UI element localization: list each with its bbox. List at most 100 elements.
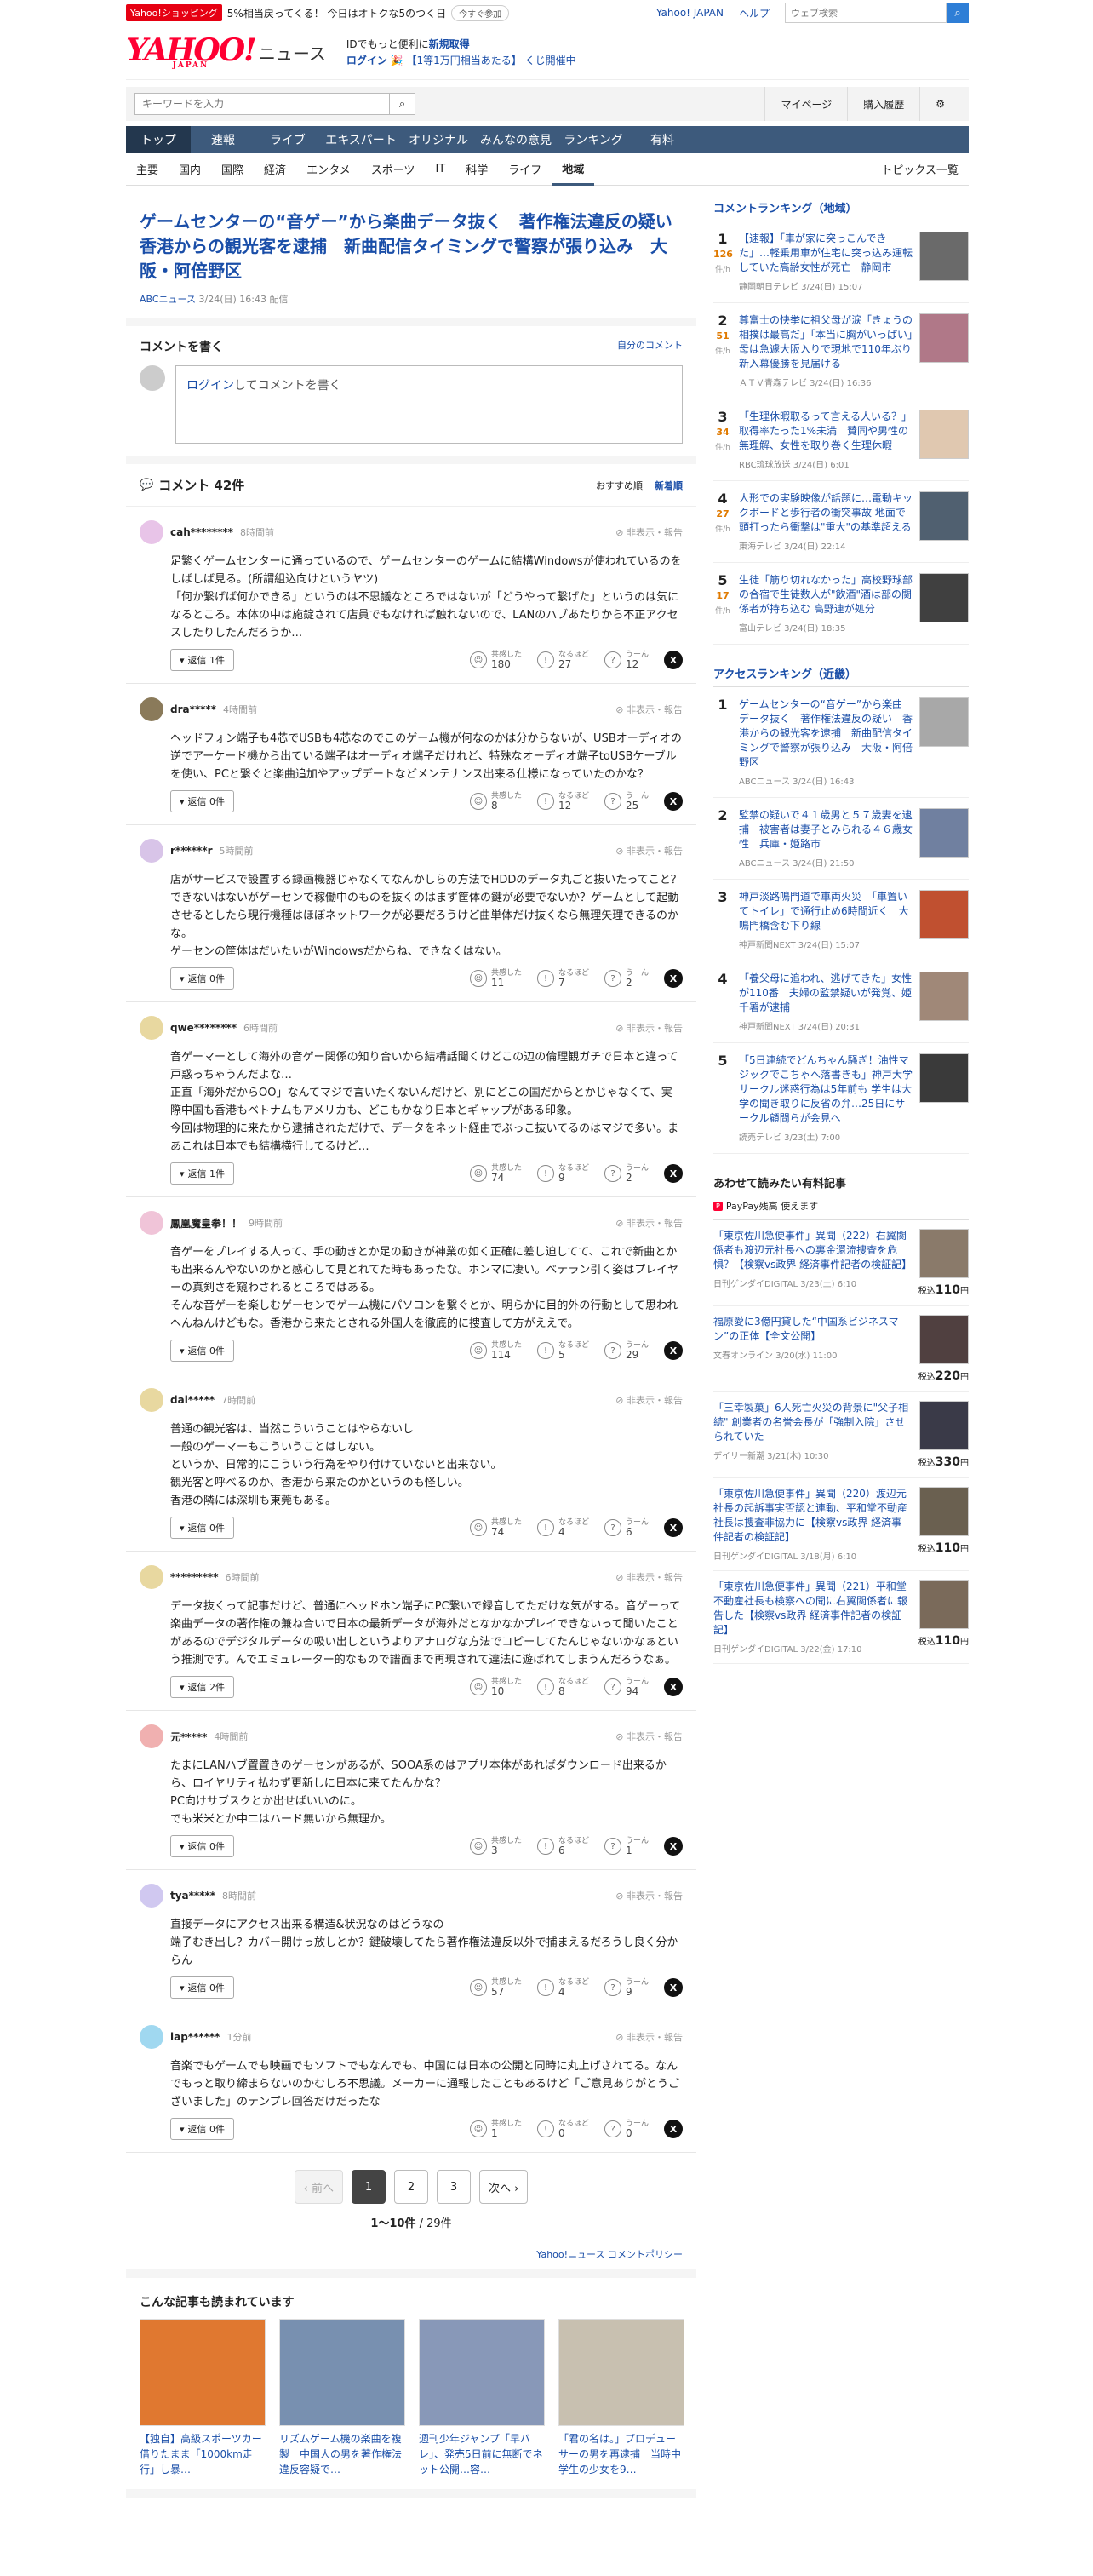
paid-item[interactable]: 「東京佐川急便事件」異聞（221）平和堂不動産社長も検察への聞に右翼関係者に報告… xyxy=(713,1571,969,1664)
rank-title[interactable]: 神戸淡路鳴門道で車両火災 「車置いてトイレ」で通行止め6時間近く 大鳴門橋含む下… xyxy=(739,890,913,933)
agree-reaction[interactable]: ☺ 共感した 3 xyxy=(469,1837,522,1856)
avatar[interactable] xyxy=(140,1016,163,1040)
rank-thumbnail[interactable] xyxy=(919,697,969,747)
hmm-reaction[interactable]: ? うーん 25 xyxy=(604,792,649,811)
promo-text[interactable]: 5%相当戻ってくる！ 今日はオトクな5のつく日 xyxy=(227,6,446,20)
ranking-item[interactable]: 2 51 件/h 尊富士の快挙に祖父母が涙「きょうの相撲は最高だ」「本当に胸がいっぱい… xyxy=(713,303,969,399)
report-link[interactable]: ⊘ 非表示・報告 xyxy=(615,844,683,858)
reply-button[interactable]: ▾ 返信 1件 xyxy=(170,1162,235,1185)
ranking-item[interactable]: 1 126 件/h 【速報】「車が家に突っこんできた」…軽乗用車が住宅に突っ込み運転し… xyxy=(713,221,969,303)
rank-thumbnail[interactable] xyxy=(919,232,969,281)
avatar[interactable] xyxy=(140,1211,163,1235)
hmm-reaction[interactable]: ? うーん 1 xyxy=(604,1837,649,1856)
rank-thumbnail[interactable] xyxy=(919,491,969,541)
page-2-button[interactable]: 2 xyxy=(394,2170,428,2204)
related-item[interactable]: 週刊少年ジャンプ「早バレ」、発売5日前に無断でネット公開…容… xyxy=(419,2319,545,2477)
rank-title[interactable]: 【速報】「車が家に突っこんできた」…軽乗用車が住宅に突っ込み運転していた高齢女性… xyxy=(739,232,913,275)
agree-reaction[interactable]: ☺ 共感した 74 xyxy=(469,1164,522,1183)
paid-item[interactable]: 「東京佐川急便事件」異聞（220）渡辺元社長の起訴事実否認と連動、平和堂不動産社… xyxy=(713,1478,969,1571)
promo-join-button[interactable]: 今すぐ参加 xyxy=(451,4,510,21)
rank-thumbnail[interactable] xyxy=(919,313,969,363)
paid-title[interactable]: 「東京佐川急便事件」異聞（220）渡辺元社長の起訴事実否認と連動、平和堂不動産社… xyxy=(713,1487,911,1545)
comment-author[interactable]: 元***** xyxy=(170,1730,207,1744)
article-source[interactable]: ABCニュース xyxy=(140,294,196,305)
related-item[interactable]: 【独自】高級スポーツカー借りたまま「1000km走行」し暴… xyxy=(140,2319,266,2477)
related-thumbnail[interactable] xyxy=(279,2319,405,2426)
comment-author[interactable]: tya***** xyxy=(170,1890,215,1902)
hmm-reaction[interactable]: ? うーん 6 xyxy=(604,1518,649,1537)
related-thumbnail[interactable] xyxy=(140,2319,266,2426)
reply-button[interactable]: ▾ 返信 0件 xyxy=(170,1340,235,1362)
report-link[interactable]: ⊘ 非表示・報告 xyxy=(615,2030,683,2044)
ok-reaction[interactable]: ! なるほど 7 xyxy=(536,969,589,988)
ok-reaction[interactable]: ! なるほど 4 xyxy=(536,1518,589,1537)
hmm-reaction[interactable]: ? うーん 12 xyxy=(604,651,649,669)
related-title[interactable]: 「君の名は。」プロデューサーの男を再逮捕 当時中学生の少女を9… xyxy=(558,2431,684,2477)
nav-expert[interactable]: エキスパート xyxy=(320,126,402,153)
topics-list-link[interactable]: トピックス一覧 xyxy=(871,153,969,186)
cat-world[interactable]: 国際 xyxy=(211,153,254,186)
report-link[interactable]: ⊘ 非表示・報告 xyxy=(615,1570,683,1584)
paid-thumbnail[interactable] xyxy=(919,1401,969,1450)
comment-textarea[interactable]: ログインしてコメントを書く xyxy=(175,365,683,444)
lottery-link[interactable]: 【1等1万円相当あたる】 くじ開催中 xyxy=(407,55,576,66)
report-link[interactable]: ⊘ 非表示・報告 xyxy=(615,525,683,539)
report-link[interactable]: ⊘ 非表示・報告 xyxy=(615,1393,683,1407)
rank-title[interactable]: 生徒「筋り切れなかった」高校野球部の合宿で生徒数人が"飲酒"酒は部の関係者が持ち… xyxy=(739,573,913,617)
keyword-input[interactable] xyxy=(134,93,390,115)
nav-breaking[interactable]: 速報 xyxy=(191,126,255,153)
agree-reaction[interactable]: ☺ 共感した 180 xyxy=(469,651,522,669)
purchase-history-link[interactable]: 購入履歴 xyxy=(847,87,919,121)
agree-reaction[interactable]: ☺ 共感した 11 xyxy=(469,969,522,988)
reply-button[interactable]: ▾ 返信 2件 xyxy=(170,1676,235,1698)
page-1-button[interactable]: 1 xyxy=(352,2170,386,2204)
reply-button[interactable]: ▾ 返信 0件 xyxy=(170,1976,235,1999)
comment-policy-link[interactable]: Yahoo!ニュース コメントポリシー xyxy=(126,2242,696,2269)
comment-author[interactable]: ********* xyxy=(170,1571,218,1583)
rank-title[interactable]: ゲームセンターの“音ゲー”から楽曲データ抜く 著作権法違反の疑い 香港からの観光… xyxy=(739,697,913,770)
web-search-input[interactable] xyxy=(785,3,947,23)
paid-title[interactable]: 福原愛に3億円貸した“中国系ビジネスマン”の正体【全文公開】 xyxy=(713,1315,911,1344)
paid-thumbnail[interactable] xyxy=(919,1315,969,1364)
hmm-reaction[interactable]: ? うーん 2 xyxy=(604,1164,649,1183)
paid-item[interactable]: 「東京佐川急便事件」異聞（222）右翼関係者も渡辺元社長への裏金還流捜査を危惧？… xyxy=(713,1220,969,1306)
ok-reaction[interactable]: ! なるほど 4 xyxy=(536,1978,589,1997)
sort-recommended[interactable]: おすすめ順 xyxy=(596,479,643,492)
nav-paid[interactable]: 有料 xyxy=(630,126,695,153)
avatar[interactable] xyxy=(140,520,163,544)
cat-main[interactable]: 主要 xyxy=(126,153,169,186)
nav-top[interactable]: トップ xyxy=(126,126,191,153)
avatar[interactable] xyxy=(140,1388,163,1412)
avatar[interactable] xyxy=(140,1565,163,1589)
ok-reaction[interactable]: ! なるほど 8 xyxy=(536,1678,589,1696)
avatar[interactable] xyxy=(140,697,163,721)
paid-item[interactable]: 「三幸製菓」6人死亡火災の背景に"父子相続" 創業者の名誉会長が「強制入院」させ… xyxy=(713,1392,969,1478)
avatar[interactable] xyxy=(140,2025,163,2049)
cat-domestic[interactable]: 国内 xyxy=(169,153,211,186)
yahoo-japan-link[interactable]: Yahoo! JAPAN xyxy=(656,7,724,19)
cat-it[interactable]: IT xyxy=(425,153,455,186)
comment-author[interactable]: lap****** xyxy=(170,2031,220,2043)
rank-thumbnail[interactable] xyxy=(919,1053,969,1103)
shopping-badge[interactable]: Yahoo!ショッピング xyxy=(126,4,222,21)
comment-author[interactable]: 鳳凰魔皇拳！！ xyxy=(170,1216,242,1231)
rank-title[interactable]: 尊富士の快挙に祖父母が涙「きょうの相撲は最高だ」「本当に胸がいっぱい」 母は急遽… xyxy=(739,313,923,371)
rank-title[interactable]: 「養父母に追われ、逃げてきた」女性が110番 夫婦の監禁疑いが発覚、姫千署が逮捕 xyxy=(739,972,913,1015)
comment-author[interactable]: qwe******** xyxy=(170,1022,237,1034)
paid-title[interactable]: 「三幸製菓」6人死亡火災の背景に"父子相続" 創業者の名誉会長が「強制入院」させ… xyxy=(713,1401,911,1444)
x-share-icon[interactable]: X xyxy=(664,1341,683,1360)
x-share-icon[interactable]: X xyxy=(664,651,683,669)
hmm-reaction[interactable]: ? うーん 29 xyxy=(604,1341,649,1360)
paid-thumbnail[interactable] xyxy=(919,1487,969,1536)
ranking-item[interactable]: 3 神戸淡路鳴門道で車両火災 「車置いてトイレ」で通行止め6時間近く 大鳴門橋含む… xyxy=(713,880,969,961)
agree-reaction[interactable]: ☺ 共感した 1 xyxy=(469,2120,522,2138)
comment-author[interactable]: dra***** xyxy=(170,703,216,715)
mypage-link[interactable]: マイページ xyxy=(764,87,847,121)
rank-thumbnail[interactable] xyxy=(919,573,969,622)
ok-reaction[interactable]: ! なるほど 9 xyxy=(536,1164,589,1183)
nav-ranking[interactable]: ランキング xyxy=(557,126,630,153)
reply-button[interactable]: ▾ 返信 0件 xyxy=(170,2118,235,2140)
related-thumbnail[interactable] xyxy=(419,2319,545,2426)
cat-sports[interactable]: スポーツ xyxy=(361,153,426,186)
sort-newest[interactable]: 新着順 xyxy=(655,479,683,492)
